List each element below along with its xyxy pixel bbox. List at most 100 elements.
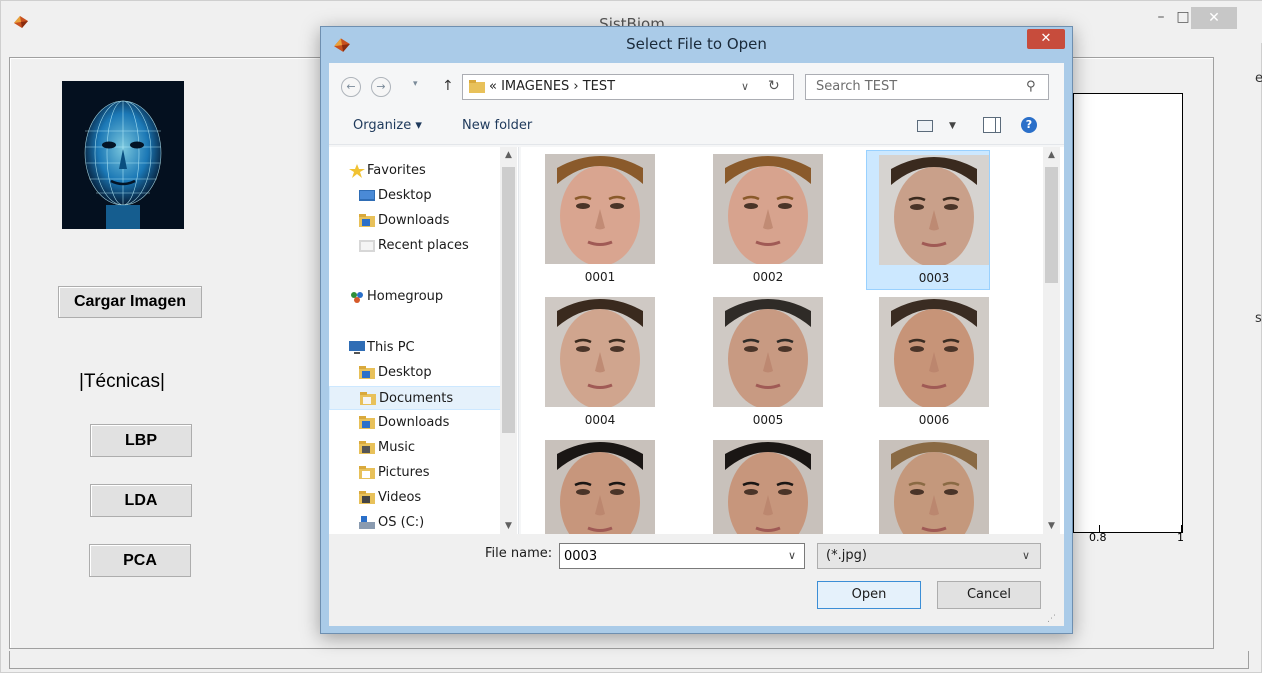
nav-item-os-c[interactable]: OS (C:) [329,511,507,534]
face-photo-thumbnail [879,155,989,265]
nav-item-favorites[interactable]: Favorites [329,159,507,183]
view-options-dropdown[interactable]: ▼ [949,121,956,131]
nav-item-label: Music [378,440,415,455]
nav-item-downloads[interactable]: Downloads [329,209,507,233]
change-view-icon[interactable] [917,120,933,132]
face-photo-thumbnail [879,440,989,534]
scrollbar-thumb[interactable] [1045,167,1058,283]
nav-item-documents[interactable]: Documents [329,386,507,410]
nav-item-desktop[interactable]: Desktop [329,184,507,208]
nav-item-label: Homegroup [367,289,444,304]
file-name-dropdown[interactable]: ∨ [788,549,796,562]
forward-button[interactable]: → [371,77,391,97]
scroll-up-arrow[interactable]: ▲ [1043,147,1060,163]
file-item[interactable] [867,436,991,534]
nav-item-homegroup[interactable]: Homegroup [329,285,507,309]
cancel-button[interactable]: Cancel [937,581,1041,609]
file-name-label: 0004 [584,413,616,427]
nav-item-label: Desktop [378,188,432,203]
organize-menu[interactable]: Organize ▾ [353,118,422,133]
navigation-scrollbar[interactable]: ▲ ▼ [500,147,517,534]
file-name-field[interactable]: ∨ [559,543,805,569]
file-list-scrollbar[interactable]: ▲ ▼ [1043,147,1060,534]
scroll-down-arrow[interactable]: ▼ [1043,518,1060,534]
nav-item-label: Pictures [378,465,430,480]
recent-locations-dropdown[interactable]: ▾ [413,79,418,89]
file-item[interactable]: 0006 [867,293,991,433]
documents-folder-icon [360,392,376,406]
desktop-folder-icon [359,366,375,380]
axes-top-border [1073,93,1183,94]
dialog-close-button[interactable]: ✕ [1027,29,1065,49]
search-icon[interactable]: ⚲ [1026,79,1036,94]
resize-grip[interactable]: ⋰ [1047,614,1056,624]
nav-item-label: Videos [378,490,422,505]
command-bar: Organize ▾ New folder ▼ ? [329,107,1064,145]
screen: SistBiom – □ ✕ Cargar Imagen |Técnicas| … [0,0,1262,673]
dialog-titlebar[interactable]: Select File to Open ✕ [321,27,1072,63]
file-name-label: 0001 [584,270,616,284]
search-placeholder: Search TEST [816,79,898,94]
scroll-down-arrow[interactable]: ▼ [500,518,517,534]
file-selection-footer: File name: ∨ (*.jpg) ∨ Open Cancel ⋰ [329,534,1064,626]
nav-item-label: This PC [367,340,415,355]
nav-item-recent-places[interactable]: Recent places [329,234,507,258]
address-dropdown[interactable]: ∨ [741,80,749,93]
clipped-text: s [1255,311,1262,326]
file-name-label: File name: [485,546,553,561]
file-name-input[interactable] [564,547,776,565]
file-item[interactable] [533,436,657,534]
new-folder-button[interactable]: New folder [462,118,532,133]
nav-item-label: Documents [379,391,454,406]
nav-item-downloads[interactable]: Downloads [329,411,507,435]
nav-item-videos[interactable]: Videos [329,486,507,510]
maximize-button[interactable]: □ [1173,7,1193,29]
file-item[interactable] [701,436,825,534]
file-item[interactable]: 0001 [533,150,657,290]
refresh-icon[interactable]: ↻ [768,78,780,94]
file-item[interactable]: 0003 [866,150,990,290]
nav-item-label: Desktop [378,365,432,380]
recent-places-icon [359,239,375,253]
face-scan-logo [62,81,184,229]
homegroup-icon [349,290,365,304]
lbp-button[interactable]: LBP [90,424,192,457]
plot-axes [1073,93,1183,533]
computer-icon [349,341,365,355]
nav-item-this-pc[interactable]: This PC [329,336,507,360]
back-button[interactable]: ← [341,77,361,97]
nav-item-pictures[interactable]: Pictures [329,461,507,485]
file-type-select[interactable]: (*.jpg) ∨ [817,543,1041,569]
select-file-dialog: Select File to Open ✕ ← → ▾ ↑ « IMAGENES… [320,26,1073,634]
nav-item-music[interactable]: Music [329,436,507,460]
figure-close-button[interactable]: ✕ [1191,7,1237,29]
open-button[interactable]: Open [817,581,921,609]
search-input[interactable]: Search TEST ⚲ [805,74,1049,100]
file-type-value: (*.jpg) [826,548,867,563]
file-list: 0006 0005 0004 0003 0002 0001 ▲ ▼ [521,147,1064,534]
desktop-icon [359,189,375,203]
navigation-pane: OS (C:) Videos Pictures Music Downloads Docum… [329,147,519,534]
scrollbar-thumb[interactable] [502,167,515,433]
address-bar[interactable]: « IMAGENES › TEST ∨ ↻ [462,74,794,100]
up-button[interactable]: ↑ [442,78,454,94]
file-item[interactable]: 0002 [701,150,825,290]
address-path[interactable]: « IMAGENES › TEST [489,79,615,94]
face-photo-thumbnail [713,154,823,264]
nav-item-label: OS (C:) [378,515,425,530]
file-type-dropdown[interactable]: ∨ [1022,549,1030,562]
star-icon [349,164,365,178]
file-item[interactable]: 0005 [701,293,825,433]
nav-item-desktop[interactable]: Desktop [329,361,507,385]
load-image-button[interactable]: Cargar Imagen [58,286,202,318]
scroll-up-arrow[interactable]: ▲ [500,147,517,163]
help-icon[interactable]: ? [1021,117,1037,133]
minimize-button[interactable]: – [1151,7,1171,29]
face-wireframe-icon [62,81,184,229]
pca-button[interactable]: PCA [89,544,191,577]
file-item[interactable]: 0004 [533,293,657,433]
clipped-text: e [1255,71,1262,86]
preview-pane-icon[interactable] [983,117,1001,133]
lda-button[interactable]: LDA [90,484,192,517]
file-name-label: 0003 [918,271,950,285]
